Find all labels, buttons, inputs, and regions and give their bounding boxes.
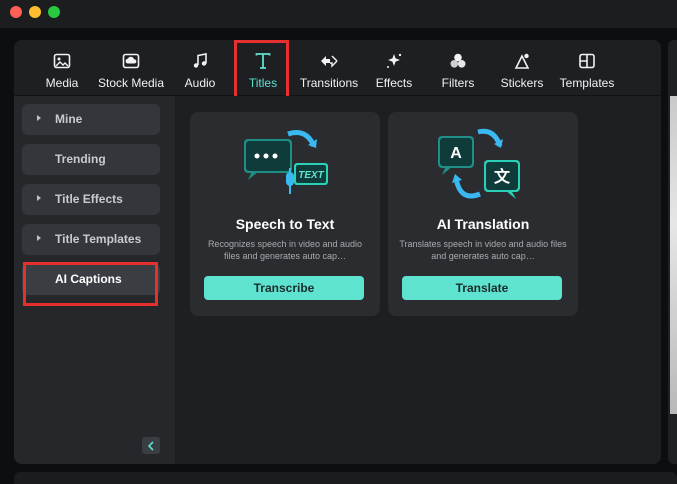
tab-label: Stock Media bbox=[97, 76, 165, 90]
tab-label: Filters bbox=[441, 76, 475, 90]
sidebar-item-title-templates[interactable]: Title Templates bbox=[22, 224, 160, 255]
preview-image bbox=[670, 96, 677, 414]
stickers-icon bbox=[514, 53, 530, 69]
ai-translation-illustration: A 文 bbox=[438, 128, 520, 199]
card-description: Recognizes speech in video and audio fil… bbox=[207, 239, 363, 261]
chevron-left-icon bbox=[147, 440, 154, 451]
tab-label: Media bbox=[45, 76, 79, 90]
sidebar-item-trending[interactable]: Trending bbox=[22, 144, 160, 175]
media-library-panel: Media Stock Media Audio Titles Transitio… bbox=[14, 40, 661, 464]
tab-stickers[interactable]: Stickers bbox=[498, 40, 546, 96]
transitions-icon bbox=[321, 55, 338, 68]
tab-label: Stickers bbox=[500, 76, 544, 90]
sidebar-item-mine[interactable]: Mine bbox=[22, 104, 160, 135]
tab-filters[interactable]: Filters bbox=[438, 40, 478, 96]
timeline-panel-edge bbox=[14, 472, 677, 484]
ai-translation-card[interactable]: A 文 AI Translation Translates speech in … bbox=[388, 112, 578, 316]
tab-templates[interactable]: Templates bbox=[557, 40, 617, 96]
sidebar-item-label: Title Templates bbox=[55, 232, 142, 246]
tab-label: Effects bbox=[375, 76, 413, 90]
minimize-window-button[interactable] bbox=[29, 6, 41, 18]
speech-to-text-card[interactable]: TEXT Speech to Text Recognizes speech in… bbox=[190, 112, 380, 316]
preview-panel-edge bbox=[668, 40, 677, 464]
speech-to-text-illustration: TEXT bbox=[244, 130, 328, 194]
text-t-icon bbox=[255, 53, 271, 69]
transcribe-button[interactable]: Transcribe bbox=[204, 276, 364, 300]
tab-effects[interactable]: Effects bbox=[372, 40, 416, 96]
category-sidebar: Mine Trending Title Effects Title Templa… bbox=[14, 96, 175, 464]
stock-media-icon bbox=[122, 53, 140, 69]
tab-media[interactable]: Media bbox=[42, 40, 82, 96]
card-title: AI Translation bbox=[436, 216, 530, 232]
window-titlebar bbox=[0, 0, 677, 28]
collapse-sidebar-button[interactable] bbox=[142, 437, 160, 454]
tab-label: Transitions bbox=[299, 76, 359, 90]
tab-titles[interactable]: Titles bbox=[242, 40, 284, 96]
text-art-label: TEXT bbox=[298, 170, 324, 181]
sidebar-item-label: Mine bbox=[55, 112, 83, 126]
close-window-button[interactable] bbox=[10, 6, 22, 18]
sparkle-icon bbox=[387, 53, 402, 68]
sidebar-item-label: AI Captions bbox=[55, 272, 122, 286]
sidebar-item-label: Title Effects bbox=[55, 192, 123, 206]
letter-wen-label: 文 bbox=[494, 167, 511, 186]
card-title: Speech to Text bbox=[235, 216, 335, 232]
letter-a-label: A bbox=[450, 145, 462, 162]
ai-captions-content: TEXT Speech to Text Recognizes speech in… bbox=[175, 96, 661, 464]
sidebar-item-label: Trending bbox=[55, 152, 106, 166]
music-note-icon bbox=[193, 53, 207, 68]
sidebar-item-ai-captions[interactable]: AI Captions bbox=[22, 264, 160, 295]
tab-audio[interactable]: Audio bbox=[180, 40, 220, 96]
card-description: Translates speech in video and audio fil… bbox=[399, 239, 567, 261]
media-icon bbox=[53, 53, 71, 69]
caret-right-icon bbox=[37, 235, 41, 241]
templates-icon bbox=[579, 53, 595, 69]
tab-label: Templates bbox=[559, 76, 615, 90]
tab-label: Titles bbox=[248, 76, 278, 90]
translate-button[interactable]: Translate bbox=[402, 276, 562, 300]
tab-label: Audio bbox=[184, 76, 216, 90]
caret-right-icon bbox=[37, 195, 41, 201]
tab-transitions[interactable]: Transitions bbox=[296, 40, 362, 96]
tab-stock-media[interactable]: Stock Media bbox=[96, 40, 166, 96]
filters-icon bbox=[450, 53, 466, 68]
maximize-window-button[interactable] bbox=[48, 6, 60, 18]
sidebar-item-title-effects[interactable]: Title Effects bbox=[22, 184, 160, 215]
top-toolbar: Media Stock Media Audio Titles Transitio… bbox=[14, 40, 661, 103]
caret-right-icon bbox=[37, 115, 41, 121]
